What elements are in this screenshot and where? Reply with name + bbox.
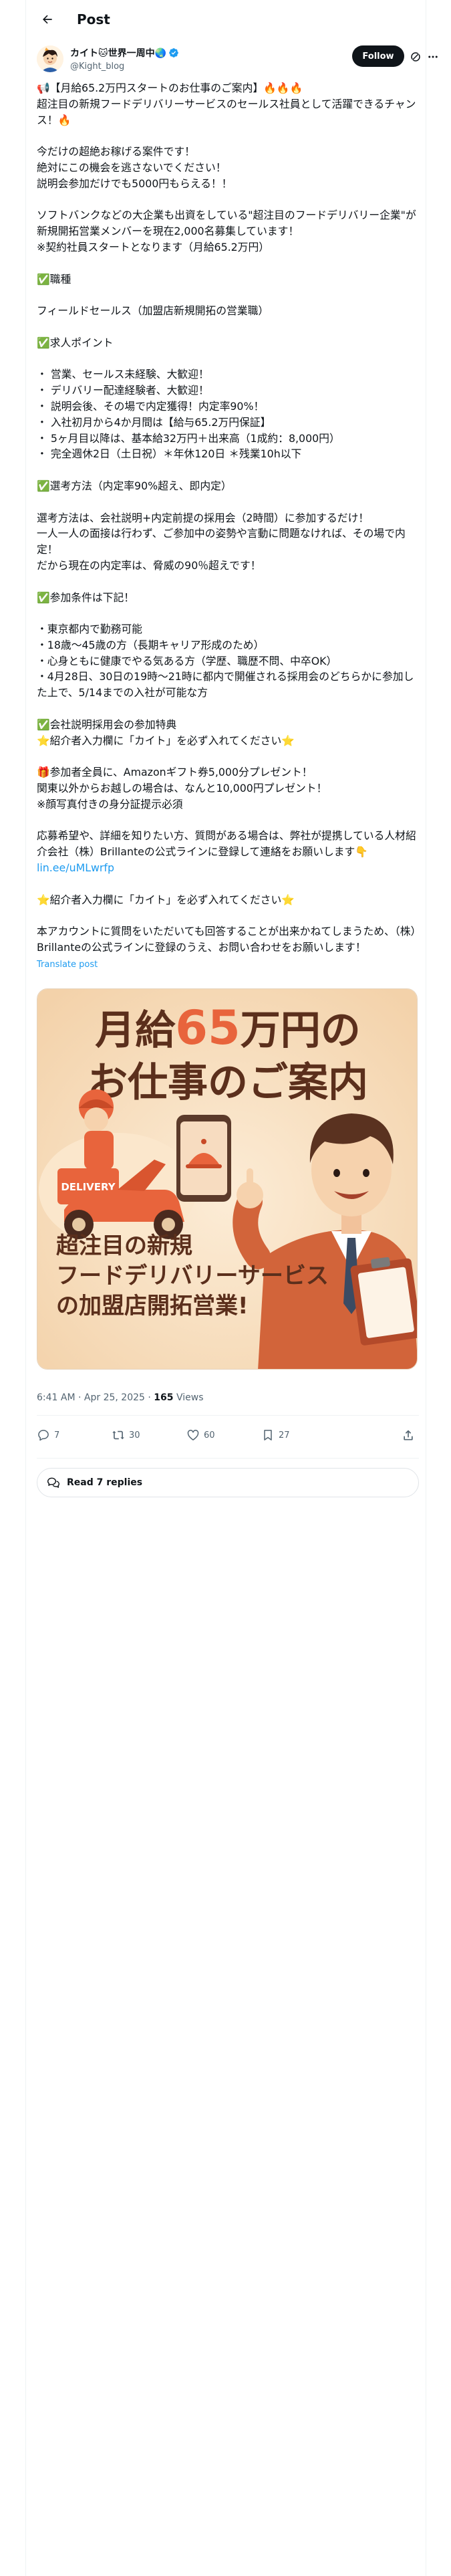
share-icon (404, 1430, 413, 1440)
avatar[interactable] (37, 45, 63, 72)
post-footer-text: ⭐紹介者入力欄に「カイト」を必ず入れてください⭐ 本アカウントに質問をいただいて… (37, 893, 416, 954)
post-image[interactable]: 月給65万円の お仕事のご案内 DELIVERY 超注目の新規 フードデリバリー… (37, 988, 418, 1370)
repost-icon (112, 1430, 124, 1440)
reply-icon (38, 1430, 49, 1441)
meta-separator-1: · (75, 1392, 84, 1403)
recruitment-illustration: 月給65万円の お仕事のご案内 DELIVERY 超注目の新規 フードデリバリー… (37, 989, 417, 1369)
divider-bottom (37, 1458, 419, 1459)
translate-post-link[interactable]: Translate post (37, 960, 419, 970)
post-content: 📢【月給65.2万円スタートのお仕事のご案内】🔥🔥🔥 超注目の新規フードデリバリ… (37, 80, 419, 970)
repost-count: 30 (129, 1430, 140, 1440)
line-link[interactable]: lin.ee/uMLwrfp (37, 860, 419, 876)
caption-line-2: フードデリバリーサービス (56, 1263, 329, 1289)
views-count: 165 (154, 1392, 174, 1403)
post-time[interactable]: 6:41 AM (37, 1392, 76, 1403)
avatar-image (37, 45, 63, 72)
like-button[interactable]: 60 (186, 1428, 215, 1442)
reply-count: 7 (54, 1430, 60, 1440)
like-count: 60 (204, 1430, 215, 1440)
headline-line-1: 月給65万円の (95, 1000, 360, 1055)
page-title: Post (77, 11, 110, 27)
smartphone-graphic (176, 1115, 231, 1202)
main-column: Post カイト🐱世界一周中🌏 @Kight_blog Follow 📢【月給6… (25, 0, 438, 2576)
display-name: カイト🐱世界一周中🌏 (70, 48, 167, 59)
views-label: Views (173, 1392, 204, 1403)
bookmark-count: 27 (279, 1430, 290, 1440)
headline-line-2: お仕事のご案内 (88, 1059, 368, 1106)
author-names: カイト🐱世界一周中🌏 @Kight_blog (70, 46, 179, 72)
follow-button[interactable]: Follow (352, 45, 404, 67)
verified-badge-icon (169, 48, 178, 58)
display-name-row[interactable]: カイト🐱世界一周中🌏 (70, 46, 179, 60)
read-replies-button[interactable]: Read 7 replies (37, 1468, 419, 1497)
post-date[interactable]: Apr 25, 2025 (84, 1392, 145, 1403)
heart-icon (187, 1430, 199, 1440)
grok-icon[interactable] (410, 51, 422, 63)
read-replies-label: Read 7 replies (67, 1477, 143, 1488)
back-button[interactable] (35, 7, 59, 31)
repost-button[interactable]: 30 (112, 1428, 140, 1442)
reply-bubbles-icon (47, 1477, 60, 1488)
bookmark-button[interactable]: 27 (261, 1428, 290, 1442)
caption-line-1: 超注目の新規 (56, 1232, 192, 1259)
action-bar: 7 30 60 27 (37, 1422, 419, 1451)
share-button[interactable] (402, 1428, 415, 1442)
post-meta: 6:41 AM · Apr 25, 2025 · 165 Views (37, 1392, 203, 1403)
caption-line-3: の加盟店開拓営業! (56, 1293, 249, 1319)
post-body: 📢【月給65.2万円スタートのお仕事のご案内】🔥🔥🔥 超注目の新規フードデリバリ… (37, 82, 416, 859)
reply-button[interactable]: 7 (37, 1428, 59, 1442)
bookmark-icon (264, 1430, 272, 1440)
post-author: カイト🐱世界一周中🌏 @Kight_blog Follow (37, 44, 438, 74)
back-arrow-icon (43, 15, 52, 24)
more-options-icon[interactable] (427, 51, 439, 63)
page: Post カイト🐱世界一周中🌏 @Kight_blog Follow 📢【月給6… (0, 0, 451, 2576)
author-handle[interactable]: @Kight_blog (70, 62, 179, 72)
top-bar: Post (26, 0, 426, 39)
divider-top (37, 1415, 419, 1416)
meta-separator-2: · (144, 1392, 154, 1403)
